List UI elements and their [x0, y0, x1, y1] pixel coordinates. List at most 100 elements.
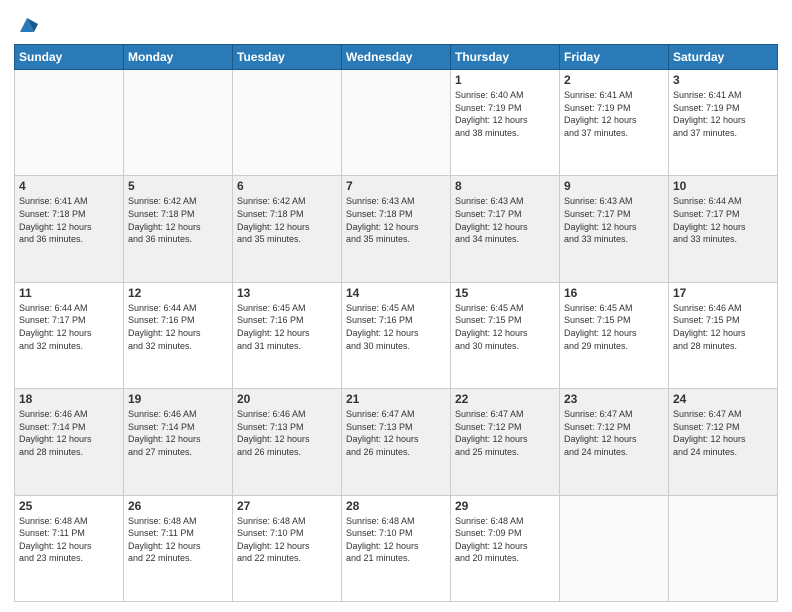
calendar-cell: 19 Sunrise: 6:46 AM Sunset: 7:14 PM Dayli…	[124, 389, 233, 495]
calendar-week-row: 25 Sunrise: 6:48 AM Sunset: 7:11 PM Dayli…	[15, 495, 778, 601]
day-number: 23	[564, 392, 664, 406]
calendar-cell: 14 Sunrise: 6:45 AM Sunset: 7:16 PM Dayli…	[342, 282, 451, 388]
calendar-cell: 17Sunrise: 6:46 AM Sunset: 7:15 PM Dayli…	[669, 282, 778, 388]
calendar-cell: 18 Sunrise: 6:46 AM Sunset: 7:14 PM Dayli…	[15, 389, 124, 495]
calendar-cell: 16 Sunrise: 6:45 AM Sunset: 7:15 PM Dayli…	[560, 282, 669, 388]
day-info: Sunrise: 6:41 AM Sunset: 7:19 PM Dayligh…	[564, 89, 664, 139]
calendar-cell: 4 Sunrise: 6:41 AM Sunset: 7:18 PM Daylig…	[15, 176, 124, 282]
logo-icon	[16, 14, 38, 36]
day-info: Sunrise: 6:46 AM Sunset: 7:14 PM Dayligh…	[128, 408, 228, 458]
day-number: 4	[19, 179, 119, 193]
day-info: Sunrise: 6:40 AM Sunset: 7:19 PM Dayligh…	[455, 89, 555, 139]
day-info: Sunrise: 6:41 AM Sunset: 7:19 PM Dayligh…	[673, 89, 773, 139]
day-info: Sunrise: 6:47 AM Sunset: 7:12 PM Dayligh…	[455, 408, 555, 458]
calendar-cell	[15, 70, 124, 176]
calendar-day-header: Tuesday	[233, 45, 342, 70]
calendar-cell: 3 Sunrise: 6:41 AM Sunset: 7:19 PM Daylig…	[669, 70, 778, 176]
day-info: Sunrise: 6:44 AM Sunset: 7:16 PM Dayligh…	[128, 302, 228, 352]
day-number: 20	[237, 392, 337, 406]
calendar-cell	[124, 70, 233, 176]
day-info: Sunrise: 6:46 AM Sunset: 7:13 PM Dayligh…	[237, 408, 337, 458]
day-info: Sunrise: 6:44 AM Sunset: 7:17 PM Dayligh…	[19, 302, 119, 352]
day-info: Sunrise: 6:47 AM Sunset: 7:13 PM Dayligh…	[346, 408, 446, 458]
calendar-day-header: Sunday	[15, 45, 124, 70]
day-number: 14	[346, 286, 446, 300]
calendar-week-row: 18 Sunrise: 6:46 AM Sunset: 7:14 PM Dayli…	[15, 389, 778, 495]
calendar-cell: 21Sunrise: 6:47 AM Sunset: 7:13 PM Dayli…	[342, 389, 451, 495]
day-number: 1	[455, 73, 555, 87]
day-info: Sunrise: 6:45 AM Sunset: 7:16 PM Dayligh…	[346, 302, 446, 352]
day-number: 9	[564, 179, 664, 193]
calendar-cell: 28Sunrise: 6:48 AM Sunset: 7:10 PM Dayli…	[342, 495, 451, 601]
day-number: 22	[455, 392, 555, 406]
calendar-day-header: Thursday	[451, 45, 560, 70]
calendar-cell: 8 Sunrise: 6:43 AM Sunset: 7:17 PM Daylig…	[451, 176, 560, 282]
calendar-header-row: SundayMondayTuesdayWednesdayThursdayFrid…	[15, 45, 778, 70]
day-info: Sunrise: 6:45 AM Sunset: 7:15 PM Dayligh…	[564, 302, 664, 352]
calendar-cell: 6 Sunrise: 6:42 AM Sunset: 7:18 PM Daylig…	[233, 176, 342, 282]
day-info: Sunrise: 6:45 AM Sunset: 7:15 PM Dayligh…	[455, 302, 555, 352]
calendar-cell: 25 Sunrise: 6:48 AM Sunset: 7:11 PM Dayli…	[15, 495, 124, 601]
calendar-cell: 9 Sunrise: 6:43 AM Sunset: 7:17 PM Daylig…	[560, 176, 669, 282]
calendar-day-header: Wednesday	[342, 45, 451, 70]
calendar-cell	[560, 495, 669, 601]
day-number: 5	[128, 179, 228, 193]
day-info: Sunrise: 6:48 AM Sunset: 7:10 PM Dayligh…	[237, 515, 337, 565]
day-info: Sunrise: 6:42 AM Sunset: 7:18 PM Dayligh…	[128, 195, 228, 245]
calendar-cell: 2 Sunrise: 6:41 AM Sunset: 7:19 PM Daylig…	[560, 70, 669, 176]
day-number: 15	[455, 286, 555, 300]
day-info: Sunrise: 6:48 AM Sunset: 7:11 PM Dayligh…	[128, 515, 228, 565]
day-number: 7	[346, 179, 446, 193]
day-number: 19	[128, 392, 228, 406]
day-number: 8	[455, 179, 555, 193]
calendar-day-header: Monday	[124, 45, 233, 70]
calendar-cell: 26Sunrise: 6:48 AM Sunset: 7:11 PM Dayli…	[124, 495, 233, 601]
calendar-cell	[233, 70, 342, 176]
calendar-cell: 7 Sunrise: 6:43 AM Sunset: 7:18 PM Daylig…	[342, 176, 451, 282]
day-number: 16	[564, 286, 664, 300]
calendar-cell: 27 Sunrise: 6:48 AM Sunset: 7:10 PM Dayli…	[233, 495, 342, 601]
calendar-cell: 23Sunrise: 6:47 AM Sunset: 7:12 PM Dayli…	[560, 389, 669, 495]
day-info: Sunrise: 6:45 AM Sunset: 7:16 PM Dayligh…	[237, 302, 337, 352]
calendar-cell: 24Sunrise: 6:47 AM Sunset: 7:12 PM Dayli…	[669, 389, 778, 495]
calendar-cell: 20 Sunrise: 6:46 AM Sunset: 7:13 PM Dayli…	[233, 389, 342, 495]
calendar-week-row: 1 Sunrise: 6:40 AM Sunset: 7:19 PM Daylig…	[15, 70, 778, 176]
day-number: 10	[673, 179, 773, 193]
day-number: 18	[19, 392, 119, 406]
calendar-week-row: 11 Sunrise: 6:44 AM Sunset: 7:17 PM Dayli…	[15, 282, 778, 388]
calendar-cell: 12 Sunrise: 6:44 AM Sunset: 7:16 PM Dayli…	[124, 282, 233, 388]
calendar-cell: 11 Sunrise: 6:44 AM Sunset: 7:17 PM Dayli…	[15, 282, 124, 388]
calendar-cell: 29Sunrise: 6:48 AM Sunset: 7:09 PM Dayli…	[451, 495, 560, 601]
page: SundayMondayTuesdayWednesdayThursdayFrid…	[0, 0, 792, 612]
day-info: Sunrise: 6:43 AM Sunset: 7:18 PM Dayligh…	[346, 195, 446, 245]
day-info: Sunrise: 6:43 AM Sunset: 7:17 PM Dayligh…	[564, 195, 664, 245]
day-info: Sunrise: 6:48 AM Sunset: 7:10 PM Dayligh…	[346, 515, 446, 565]
calendar-cell	[342, 70, 451, 176]
day-number: 2	[564, 73, 664, 87]
day-number: 27	[237, 499, 337, 513]
day-number: 12	[128, 286, 228, 300]
calendar-cell: 22 Sunrise: 6:47 AM Sunset: 7:12 PM Dayli…	[451, 389, 560, 495]
day-info: Sunrise: 6:48 AM Sunset: 7:09 PM Dayligh…	[455, 515, 555, 565]
header	[14, 10, 778, 38]
calendar-cell: 10Sunrise: 6:44 AM Sunset: 7:17 PM Dayli…	[669, 176, 778, 282]
day-number: 11	[19, 286, 119, 300]
day-info: Sunrise: 6:48 AM Sunset: 7:11 PM Dayligh…	[19, 515, 119, 565]
calendar-cell: 15 Sunrise: 6:45 AM Sunset: 7:15 PM Dayli…	[451, 282, 560, 388]
calendar-week-row: 4 Sunrise: 6:41 AM Sunset: 7:18 PM Daylig…	[15, 176, 778, 282]
calendar-cell: 13Sunrise: 6:45 AM Sunset: 7:16 PM Dayli…	[233, 282, 342, 388]
day-info: Sunrise: 6:46 AM Sunset: 7:14 PM Dayligh…	[19, 408, 119, 458]
logo	[14, 10, 38, 38]
day-info: Sunrise: 6:47 AM Sunset: 7:12 PM Dayligh…	[673, 408, 773, 458]
day-number: 17	[673, 286, 773, 300]
day-number: 3	[673, 73, 773, 87]
day-info: Sunrise: 6:41 AM Sunset: 7:18 PM Dayligh…	[19, 195, 119, 245]
calendar-cell	[669, 495, 778, 601]
day-info: Sunrise: 6:43 AM Sunset: 7:17 PM Dayligh…	[455, 195, 555, 245]
calendar-day-header: Friday	[560, 45, 669, 70]
calendar-day-header: Saturday	[669, 45, 778, 70]
day-number: 6	[237, 179, 337, 193]
day-number: 25	[19, 499, 119, 513]
calendar-cell: 5 Sunrise: 6:42 AM Sunset: 7:18 PM Daylig…	[124, 176, 233, 282]
day-info: Sunrise: 6:42 AM Sunset: 7:18 PM Dayligh…	[237, 195, 337, 245]
